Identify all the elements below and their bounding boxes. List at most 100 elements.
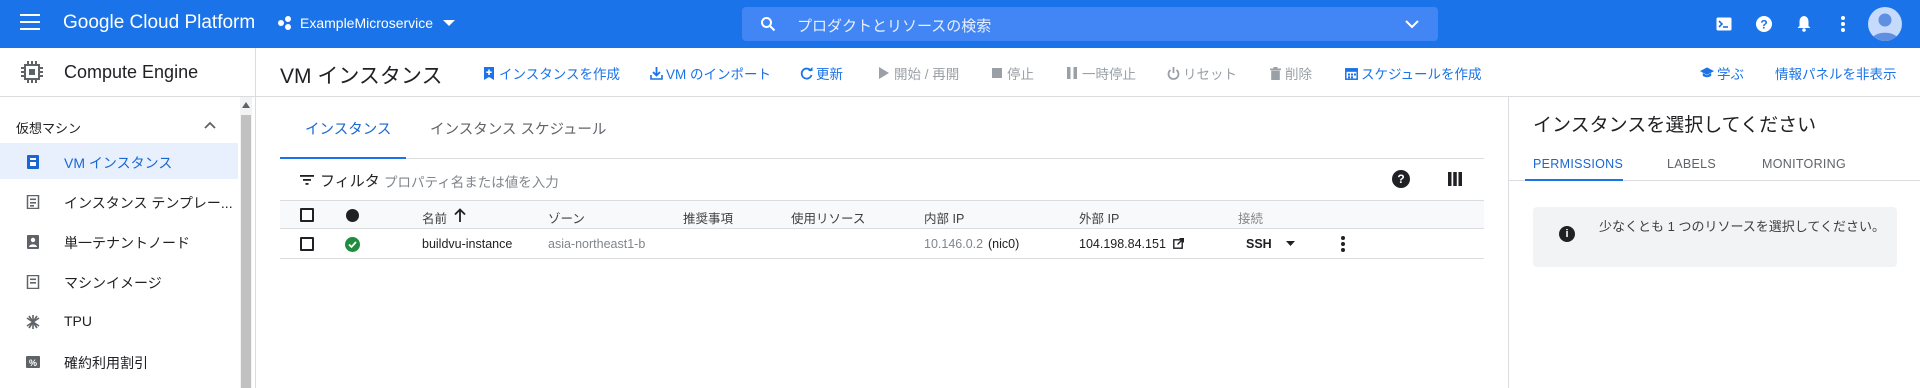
stop-label: 停止: [1007, 67, 1034, 82]
column-connect: 接続: [1238, 212, 1264, 226]
column-recommendation[interactable]: 推奨事項: [683, 208, 733, 227]
suspend-label: 一時停止: [1082, 67, 1136, 82]
trash-icon: [1268, 66, 1282, 80]
select-all-checkbox[interactable]: [300, 208, 314, 222]
instance-name-link[interactable]: buildvu-instance: [422, 237, 512, 251]
instance-external-ip-link[interactable]: 104.198.84.151: [1079, 237, 1166, 251]
import-vm-label: VM のインポート: [666, 67, 772, 82]
info-message: 少なくとも 1 つのリソースを選択してください。: [1599, 219, 1886, 234]
ssh-dropdown-icon[interactable]: [1286, 241, 1295, 246]
create-schedule-button[interactable]: スケジュールを作成: [1344, 63, 1482, 83]
top-app-bar: Google Cloud Platform ExampleMicroservic…: [0, 0, 1920, 48]
filter-input[interactable]: プロパティ名または値を入力: [384, 171, 559, 191]
column-in-use-by[interactable]: 使用リソース: [791, 208, 865, 227]
refresh-label: 更新: [816, 67, 843, 82]
product-title: Compute Engine: [64, 62, 199, 82]
project-dots-icon: [278, 16, 292, 30]
sidebar-scrollbar[interactable]: [240, 97, 252, 388]
search-input[interactable]: プロダクトとリソースの検索: [797, 15, 991, 36]
chevron-down-icon[interactable]: [1404, 16, 1420, 32]
school-icon: [1700, 66, 1714, 80]
start-resume-label: 開始 / 再開: [894, 67, 960, 82]
ssh-button[interactable]: SSH: [1246, 237, 1272, 251]
help-icon[interactable]: ?: [1392, 170, 1410, 188]
tab-permissions[interactable]: PERMISSIONS: [1533, 157, 1623, 171]
instance-zone: asia-northeast1-b: [548, 237, 646, 251]
sidebar-item-tpu[interactable]: TPU: [0, 303, 238, 339]
sidebar-item-label: VM インスタンス: [64, 155, 173, 171]
hide-info-panel-button[interactable]: 情報パネルを非表示: [1775, 63, 1897, 83]
import-vm-button[interactable]: VM のインポート: [649, 63, 771, 83]
start-resume-button[interactable]: 開始 / 再開: [877, 63, 959, 83]
reset-label: リセット: [1183, 67, 1237, 82]
create-instance-button[interactable]: インスタンスを作成: [482, 63, 620, 83]
person-icon: [1871, 13, 1899, 41]
delete-label: 削除: [1285, 67, 1312, 82]
sole-tenant-icon: [27, 235, 39, 249]
scroll-up-arrow-icon[interactable]: [242, 102, 250, 108]
active-panel-tab-indicator: [1525, 179, 1623, 181]
status-column-icon: [346, 209, 359, 222]
filter-icon[interactable]: [300, 175, 314, 185]
notifications-icon[interactable]: [1793, 13, 1815, 35]
column-name[interactable]: 名前: [422, 208, 447, 227]
chevron-up-icon[interactable]: [204, 119, 216, 131]
status-running-icon: [345, 237, 360, 252]
sidebar-item-machine-images[interactable]: マシンイメージ: [0, 263, 238, 299]
row-more-actions-icon[interactable]: [1341, 236, 1345, 252]
sidebar-item-label: マシンイメージ: [64, 275, 162, 291]
reset-button[interactable]: リセット: [1166, 63, 1237, 83]
sidebar-item-label: TPU: [64, 313, 92, 329]
product-header: Compute Engine: [0, 48, 256, 96]
info-icon: i: [1559, 226, 1575, 242]
table-row[interactable]: buildvu-instance asia-northeast1-b 10.14…: [280, 229, 1484, 259]
sort-ascending-icon[interactable]: [454, 208, 466, 222]
sidebar-item-label: 確約利用割引: [64, 355, 148, 371]
instance-template-icon: [26, 195, 40, 209]
column-internal-ip[interactable]: 内部 IP: [924, 208, 964, 227]
open-in-new-icon[interactable]: [1173, 238, 1184, 249]
stop-button[interactable]: 停止: [990, 63, 1034, 83]
cloud-shell-icon[interactable]: [1713, 13, 1735, 35]
suspend-button[interactable]: 一時停止: [1065, 63, 1136, 83]
column-external-ip[interactable]: 外部 IP: [1079, 208, 1119, 227]
tab-instances[interactable]: インスタンス: [305, 118, 391, 139]
account-avatar[interactable]: [1868, 7, 1902, 41]
row-checkbox[interactable]: [300, 237, 314, 251]
play-icon: [877, 66, 891, 80]
sidebar-section-title: 仮想マシン: [16, 121, 82, 136]
column-zone[interactable]: ゾーン: [548, 208, 585, 227]
instance-internal-ip: 10.146.0.2: [924, 237, 984, 251]
delete-button[interactable]: 削除: [1268, 63, 1312, 83]
sidebar-item-committed-use-discounts[interactable]: % 確約利用割引: [0, 343, 238, 379]
project-selector[interactable]: ExampleMicroservice: [278, 15, 456, 31]
brand-title[interactable]: Google Cloud Platform: [63, 12, 255, 34]
svg-text:%: %: [29, 358, 37, 368]
scrollbar-thumb[interactable]: [241, 115, 251, 388]
learn-label: 学ぶ: [1717, 67, 1744, 82]
search-box[interactable]: プロダクトとリソースの検索: [742, 7, 1438, 41]
column-display-icon[interactable]: [1448, 172, 1462, 186]
refresh-button[interactable]: 更新: [799, 63, 843, 83]
sidebar-item-label: 単一テナントノード: [64, 235, 190, 251]
sidebar-item-vm-instances[interactable]: VM インスタンス: [0, 143, 238, 179]
sidebar-item-sole-tenant-nodes[interactable]: 単一テナントノード: [0, 223, 238, 259]
menu-icon[interactable]: [20, 14, 40, 32]
more-vert-icon[interactable]: [1832, 13, 1854, 35]
help-icon[interactable]: ?: [1753, 13, 1775, 35]
sidebar-item-instance-templates[interactable]: インスタンス テンプレー...: [0, 183, 238, 219]
create-schedule-label: スケジュールを作成: [1361, 67, 1482, 82]
filter-label[interactable]: フィルタ: [320, 170, 380, 191]
learn-button[interactable]: 学ぶ: [1700, 63, 1744, 83]
tab-instance-schedules[interactable]: インスタンス スケジュール: [430, 118, 606, 139]
instance-nic: (nic0): [988, 237, 1020, 251]
project-name: ExampleMicroservice: [300, 15, 434, 31]
percent-icon: %: [26, 356, 40, 368]
tab-labels[interactable]: LABELS: [1667, 157, 1716, 171]
hide-info-panel-label: 情報パネルを非表示: [1775, 67, 1897, 82]
vm-instance-icon: [27, 155, 39, 169]
power-icon: [1166, 66, 1180, 80]
compute-engine-icon: [21, 61, 43, 83]
tab-monitoring[interactable]: MONITORING: [1762, 157, 1846, 171]
info-panel-title: インスタンスを選択してください: [1533, 115, 1817, 136]
